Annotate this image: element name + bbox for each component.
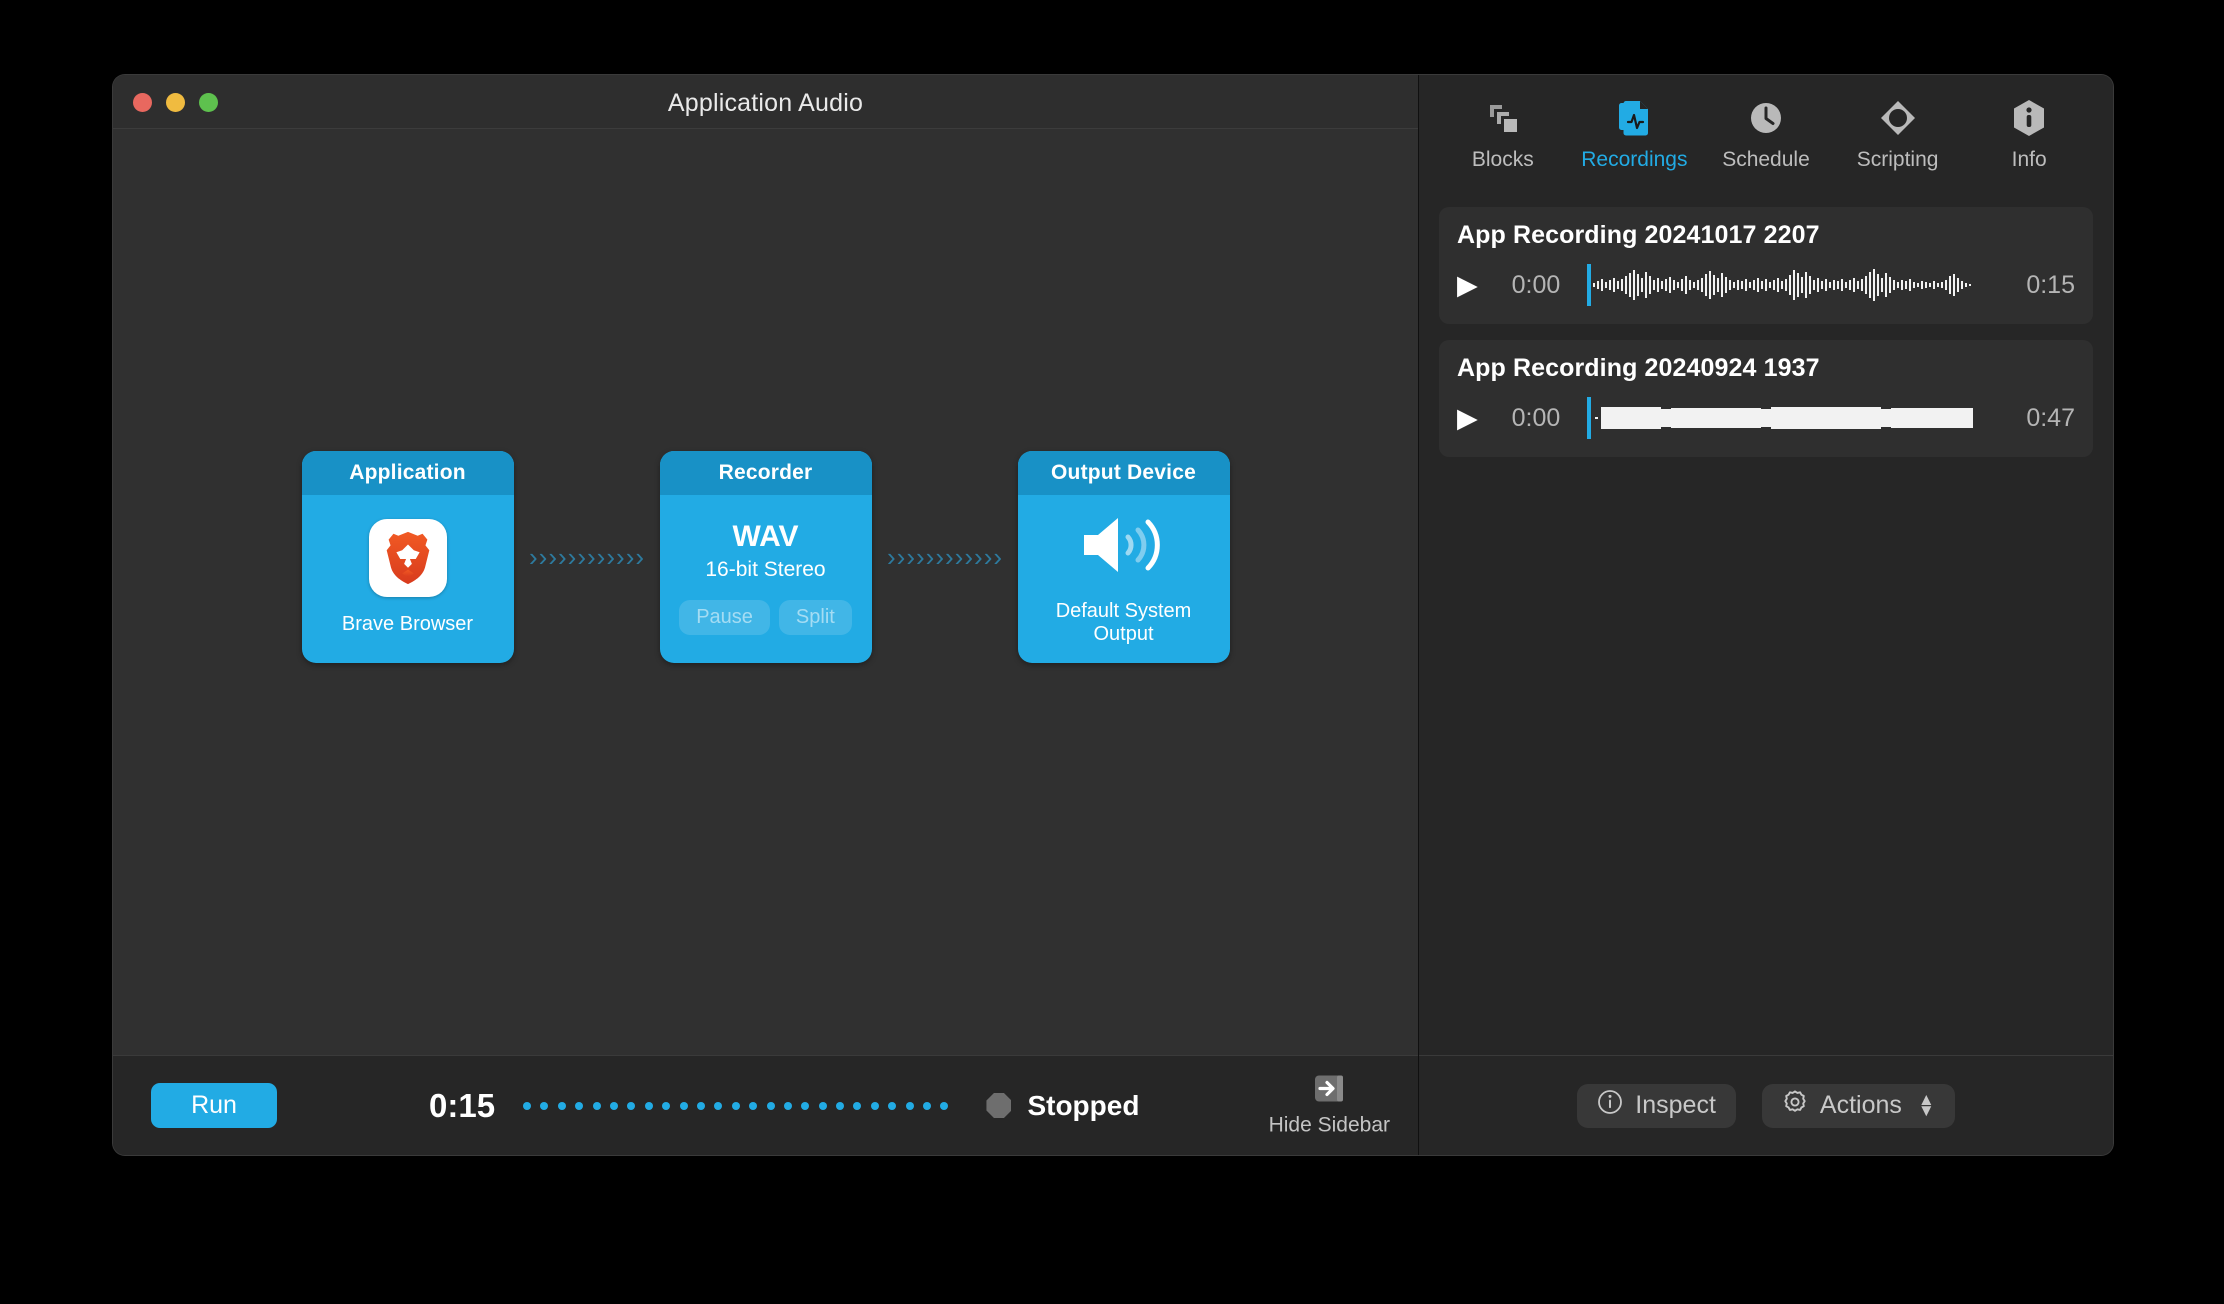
recording-waveform[interactable] — [1587, 262, 1991, 308]
run-button[interactable]: Run — [151, 1083, 277, 1128]
play-icon[interactable]: ▶ — [1457, 404, 1491, 432]
status-indicator: Stopped — [986, 1090, 1139, 1122]
recording-position: 0:00 — [1511, 403, 1561, 432]
recording-title: App Recording 20241017 2207 — [1457, 221, 1820, 249]
play-icon[interactable]: ▶ — [1457, 271, 1491, 299]
connector-app-to-recorder: › › › › › › › › › › › › — [528, 544, 645, 570]
bottom-toolbar: Run 0:15 Stopped Hide Sidebar — [113, 1055, 1418, 1155]
app-window: Application Audio Application Brave Brow… — [113, 75, 2113, 1155]
actions-label: Actions — [1819, 1091, 1902, 1119]
block-recorder-header: Recorder — [659, 451, 872, 495]
recordings-document-icon — [1615, 97, 1653, 139]
recording-item[interactable]: App Recording 20241017 2207 ▶ 0:00 0:15 — [1439, 207, 2093, 324]
block-application-body: Brave Browser — [302, 495, 514, 663]
brave-browser-icon — [368, 518, 447, 597]
hide-sidebar-button[interactable]: Hide Sidebar — [1269, 1074, 1390, 1137]
flow-canvas[interactable]: Application Brave Browser › › › › › › › … — [113, 129, 1418, 1055]
sidebar-tabs: Blocks Recordings Schedule Scripting Inf… — [1419, 75, 2113, 195]
tab-schedule-label: Schedule — [1722, 148, 1810, 171]
block-application[interactable]: Application Brave Browser — [301, 451, 514, 663]
sidebar-footer: Inspect Actions ▲ ▼ — [1419, 1055, 2113, 1155]
recording-player: ▶ 0:00 — [1457, 262, 2075, 308]
inspect-button[interactable]: Inspect — [1577, 1083, 1736, 1128]
tab-info[interactable]: Info — [1973, 91, 2085, 172]
info-hexagon-icon — [2011, 97, 2047, 139]
block-application-header: Application — [301, 451, 514, 495]
tab-scripting[interactable]: Scripting — [1842, 91, 1954, 172]
recording-position: 0:00 — [1511, 270, 1561, 299]
gear-icon — [1782, 1089, 1808, 1122]
tab-recordings[interactable]: Recordings — [1578, 91, 1690, 172]
clock-icon — [1747, 97, 1785, 139]
sidebar: Blocks Recordings Schedule Scripting Inf… — [1419, 75, 2113, 1155]
block-flow: Application Brave Browser › › › › › › › … — [113, 451, 1418, 663]
recorder-controls: Pause Split — [679, 599, 852, 635]
arrow-right-to-panel-icon — [1313, 1074, 1345, 1107]
pause-button[interactable]: Pause — [679, 599, 770, 635]
blocks-icon — [1484, 97, 1522, 139]
elapsed-time: 0:15 — [429, 1086, 496, 1124]
status-badge — [986, 1093, 1012, 1118]
connector-recorder-to-output: › › › › › › › › › › › › — [886, 544, 1003, 570]
block-output-device[interactable]: Output Device Default System Output — [1017, 451, 1230, 663]
block-application-caption: Brave Browser — [341, 612, 474, 635]
tab-schedule[interactable]: Schedule — [1710, 91, 1822, 172]
scripting-diamond-icon — [1878, 97, 1918, 139]
recording-title: App Recording 20240924 1937 — [1457, 354, 1820, 382]
block-recorder[interactable]: Recorder WAV 16-bit Stereo Pause Split — [659, 451, 872, 663]
actions-button[interactable]: Actions ▲ ▼ — [1761, 1083, 1955, 1128]
recording-item[interactable]: App Recording 20240924 1937 ▶ 0:00 0:47 — [1439, 340, 2093, 457]
tab-recordings-label: Recordings — [1581, 148, 1688, 171]
inspect-label: Inspect — [1635, 1091, 1716, 1119]
recorder-format-detail: 16-bit Stereo — [705, 557, 826, 581]
block-recorder-body: WAV 16-bit Stereo Pause Split — [660, 495, 872, 663]
tab-scripting-label: Scripting — [1856, 148, 1939, 171]
split-button[interactable]: Split — [778, 599, 852, 635]
progress-dots — [523, 1101, 949, 1110]
tab-info-label: Info — [2011, 148, 2047, 171]
window-title: Application Audio — [667, 89, 864, 117]
left-pane: Application Audio Application Brave Brow… — [113, 75, 1419, 1155]
recorder-format: WAV — [732, 519, 799, 553]
recording-duration: 0:47 — [2026, 403, 2075, 432]
status-label: Stopped — [1027, 1089, 1140, 1121]
chevron-up-down-icon: ▲ ▼ — [1917, 1089, 1935, 1120]
block-output-device-caption: Default System Output — [1055, 599, 1192, 645]
block-output-device-header: Output Device — [1017, 451, 1230, 495]
window-titlebar: Application Audio — [113, 75, 1418, 129]
waveform-graphic — [1593, 269, 1971, 301]
waveform-graphic — [1595, 407, 1973, 429]
tab-blocks-label: Blocks — [1471, 148, 1534, 171]
hide-sidebar-label: Hide Sidebar — [1268, 1113, 1390, 1136]
recording-player: ▶ 0:00 — [1457, 395, 2075, 441]
speaker-icon — [1078, 509, 1170, 586]
tab-blocks[interactable]: Blocks — [1447, 91, 1559, 172]
recording-duration: 0:15 — [2026, 270, 2075, 299]
recordings-list[interactable]: App Recording 20241017 2207 ▶ 0:00 0:15 … — [1419, 195, 2113, 1055]
recording-waveform[interactable] — [1587, 395, 1991, 441]
block-output-device-body: Default System Output — [1018, 495, 1230, 663]
info-circle-icon — [1597, 1089, 1623, 1122]
